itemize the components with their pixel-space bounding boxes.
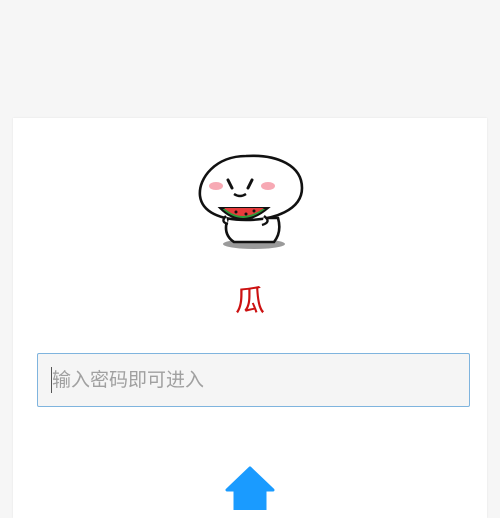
text-caret (51, 367, 52, 393)
watermelon-mascot-icon (198, 154, 304, 249)
password-input[interactable] (37, 353, 470, 407)
page-title: 瓜 (235, 284, 265, 319)
home-icon[interactable] (224, 466, 276, 510)
